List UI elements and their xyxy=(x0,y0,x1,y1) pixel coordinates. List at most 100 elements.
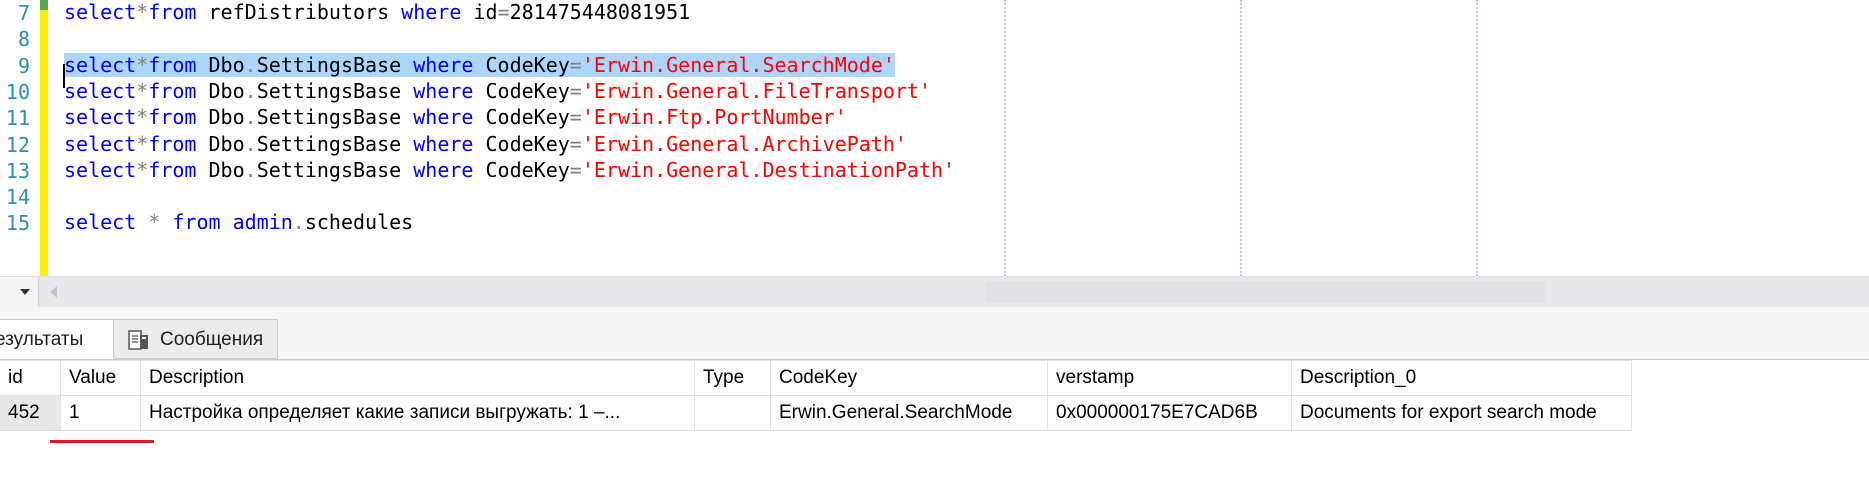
code-token: . xyxy=(244,52,257,77)
line-number: 8 xyxy=(17,27,30,52)
column-header-description[interactable]: Description xyxy=(140,360,695,396)
code-token: where xyxy=(413,157,474,182)
line-number: 15 xyxy=(5,211,30,236)
code-token: * xyxy=(136,52,149,77)
code-token: Dbo xyxy=(196,52,245,77)
code-token: from xyxy=(148,78,197,103)
code-token: Dbo xyxy=(196,157,245,182)
header-row: id Value Description Type CodeKey versta… xyxy=(0,360,1632,396)
code-token: * xyxy=(136,0,149,24)
code-token: where xyxy=(413,78,474,103)
code-token: where xyxy=(413,131,474,156)
code-token: where xyxy=(413,52,474,77)
tab-messages-label: Сообщения xyxy=(160,329,264,350)
code-token: select xyxy=(64,105,137,130)
code-token: 'Erwin.General.SearchMode' xyxy=(581,52,895,77)
cell-codekey[interactable]: Erwin.General.SearchMode xyxy=(770,395,1048,431)
text-caret xyxy=(63,64,65,88)
code-line[interactable]: select * from admin.schedules xyxy=(64,207,413,238)
code-token: * xyxy=(136,210,173,235)
column-header-description-0[interactable]: Description_0 xyxy=(1291,360,1632,396)
column-header-codekey[interactable]: CodeKey xyxy=(770,360,1048,396)
code-token: = xyxy=(569,131,582,156)
code-token: * xyxy=(136,105,149,130)
code-token: 'Erwin.General.ArchivePath' xyxy=(581,131,907,156)
code-token: CodeKey xyxy=(473,131,570,156)
tab-messages[interactable]: Сообщения xyxy=(114,319,278,359)
code-token: = xyxy=(569,52,582,77)
code-token: SettingsBase xyxy=(256,157,414,182)
sql-editor[interactable]: 7 8 9 10 11 12 13 14 15 select*from refDistribut… xyxy=(0,0,1869,276)
change-tracking-bar xyxy=(40,0,48,276)
code-token: = xyxy=(569,157,582,182)
tab-results-label: езультаты xyxy=(0,329,84,350)
chevron-down-icon xyxy=(20,289,30,295)
code-token: from xyxy=(148,131,197,156)
code-token: select xyxy=(64,52,137,77)
column-guide xyxy=(1240,0,1242,276)
code-area[interactable]: select*from refDistributors where id=281… xyxy=(64,0,1869,276)
column-header-type[interactable]: Type xyxy=(694,360,771,396)
messages-icon xyxy=(128,330,148,350)
code-token: id xyxy=(461,0,498,24)
code-token: SettingsBase xyxy=(256,78,414,103)
code-token: select xyxy=(64,210,137,235)
code-token: = xyxy=(569,78,582,103)
cell-description[interactable]: Настройка определяет какие записи выгруж… xyxy=(140,395,695,431)
results-table: id Value Description Type CodeKey versta… xyxy=(0,360,1632,431)
code-token: CodeKey xyxy=(473,78,570,103)
line-number-gutter: 7 8 9 10 11 12 13 14 15 xyxy=(0,0,40,276)
code-token: select xyxy=(64,157,137,182)
code-token: refDistributors xyxy=(196,0,402,24)
tab-results[interactable]: езультаты xyxy=(0,319,114,359)
code-token: CodeKey xyxy=(473,157,570,182)
code-token: CodeKey xyxy=(473,105,570,130)
code-token: where xyxy=(413,105,474,130)
column-header-id[interactable]: id xyxy=(0,360,61,396)
code-token: SettingsBase xyxy=(256,131,414,156)
column-header-verstamp[interactable]: verstamp xyxy=(1047,360,1292,396)
code-token: Dbo xyxy=(196,131,245,156)
code-token: 281475448081951 xyxy=(509,0,691,24)
code-line[interactable]: select*from refDistributors where id=281… xyxy=(64,0,690,28)
code-token: . xyxy=(244,131,257,156)
cell-description-0[interactable]: Documents for export search mode xyxy=(1291,395,1632,431)
table-row[interactable]: 452 1 Настройка определяет какие записи … xyxy=(0,395,1632,431)
cell-type[interactable] xyxy=(694,395,771,431)
code-token: . xyxy=(244,157,257,182)
line-number: 9 xyxy=(17,53,30,78)
annotation-underline xyxy=(50,440,154,443)
code-token: SettingsBase xyxy=(256,52,414,77)
column-guide xyxy=(1004,0,1006,276)
cell-verstamp[interactable]: 0x000000175E7CAD6B xyxy=(1047,395,1292,431)
code-token: 'Erwin.General.DestinationPath' xyxy=(581,157,956,182)
results-tabstrip: езультаты Сообщения xyxy=(0,307,1869,360)
code-line[interactable]: select*from Dbo.SettingsBase where CodeK… xyxy=(64,155,955,186)
code-token: where xyxy=(401,0,462,24)
code-token: * xyxy=(136,157,149,182)
scrollbar-thumb[interactable] xyxy=(985,281,1545,303)
line-number: 13 xyxy=(5,158,30,183)
code-token: select xyxy=(64,131,137,156)
cell-value[interactable]: 1 xyxy=(60,395,141,431)
editor-horizontal-scrollbar[interactable] xyxy=(0,276,1869,307)
code-token: from xyxy=(148,105,197,130)
scroll-left-icon[interactable] xyxy=(50,286,57,298)
code-token: from xyxy=(148,157,197,182)
results-grid[interactable]: id Value Description Type CodeKey versta… xyxy=(0,360,1869,490)
code-token: . xyxy=(292,210,305,235)
zoom-dropdown[interactable] xyxy=(0,277,39,307)
line-number: 10 xyxy=(5,79,30,104)
code-token: = xyxy=(569,105,582,130)
code-token: CodeKey xyxy=(473,52,570,77)
code-token: select xyxy=(64,78,137,103)
cell-id[interactable]: 452 xyxy=(0,395,61,431)
code-token: * xyxy=(136,78,149,103)
code-token: SettingsBase xyxy=(256,105,414,130)
line-number: 14 xyxy=(5,185,30,210)
code-token: 'Erwin.General.FileTransport' xyxy=(581,78,932,103)
column-header-value[interactable]: Value xyxy=(60,360,141,396)
code-token: from xyxy=(172,210,221,235)
code-token: admin xyxy=(220,210,293,235)
code-token: . xyxy=(244,78,257,103)
